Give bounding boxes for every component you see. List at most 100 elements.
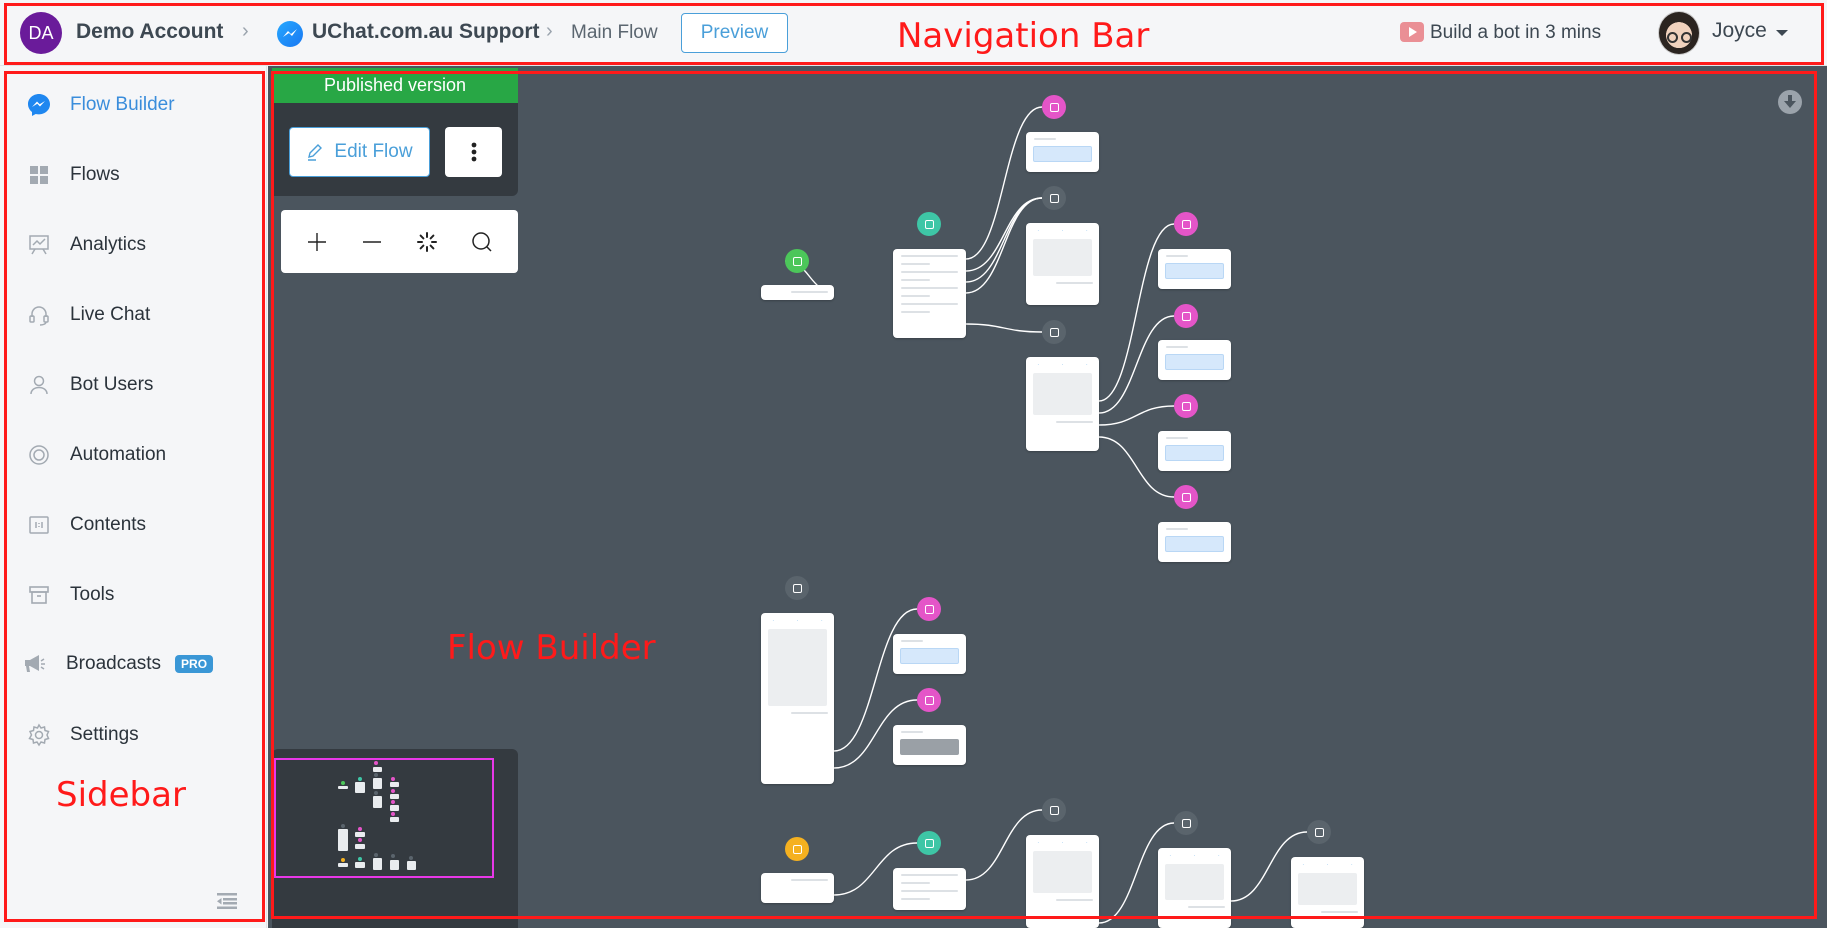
flow-node-card[interactable] (1158, 340, 1231, 380)
sidebar-item-label: Live Chat (70, 304, 151, 325)
message-node-icon[interactable] (1307, 820, 1331, 844)
zoom-in-button[interactable] (297, 222, 337, 262)
sidebar-item-automation[interactable]: Automation (24, 435, 254, 475)
sidebar-item-label: Automation (70, 444, 167, 465)
auto-arrange-button[interactable] (407, 222, 447, 262)
sidebar-item-flow-builder[interactable]: Flow Builder (24, 85, 254, 125)
flow-node-card[interactable] (1158, 522, 1231, 562)
sidebar-item-label: Contents (70, 514, 147, 535)
youtube-play-icon[interactable] (1400, 22, 1424, 42)
flow-node-card[interactable]: · · · (1026, 223, 1099, 305)
breadcrumb-page[interactable]: UChat.com.au Support (312, 20, 540, 44)
navigation-bar: DA Demo Account › UChat.com.au Support ›… (0, 0, 1827, 66)
preview-button[interactable]: Preview (681, 13, 788, 53)
flow-node-card[interactable]: · · · (1026, 835, 1099, 928)
flow-node-card[interactable] (1026, 132, 1099, 172)
sidebar-item-label: Tools (70, 584, 115, 605)
sidebar-item-contents[interactable]: Contents (24, 505, 254, 545)
flow-node-card[interactable] (893, 868, 966, 910)
condition-node-icon[interactable] (917, 831, 941, 855)
headset-icon (24, 300, 54, 330)
tutorial-link[interactable]: Build a bot in 3 mins (1430, 22, 1601, 44)
canvas-zoom-toolbar (281, 210, 518, 273)
sidebar-item-label: Bot Users (70, 374, 154, 395)
archive-box-icon (24, 580, 54, 610)
auto-arrange-icon (417, 231, 438, 252)
sidebar-item-broadcasts[interactable]: Broadcasts PRO (20, 644, 250, 684)
message-node-icon[interactable] (785, 576, 809, 600)
flow-node-card[interactable] (893, 725, 966, 765)
flow-node-card[interactable] (893, 634, 966, 674)
more-options-button[interactable] (445, 127, 502, 177)
sidebar-item-label: Analytics (70, 234, 147, 255)
minimap-viewport[interactable] (274, 758, 494, 878)
subflow-node-icon[interactable] (1174, 394, 1198, 418)
flow-node-card[interactable]: · · · (1291, 857, 1364, 928)
flow-node-card[interactable] (1158, 431, 1231, 471)
messenger-icon (24, 90, 54, 120)
version-panel: Published version Edit Flow (272, 68, 518, 196)
breadcrumb-flow: Main Flow (571, 22, 658, 43)
sidebar-item-bot-users[interactable]: Bot Users (24, 365, 254, 405)
message-node-icon[interactable] (1042, 320, 1066, 344)
sidebar: Flow Builder Flows Analytics Live Chat B… (0, 66, 267, 928)
user-avatar[interactable] (1658, 11, 1700, 55)
message-node-icon[interactable] (1042, 798, 1066, 822)
grid-icon (24, 160, 54, 190)
flow-node-card[interactable] (1158, 249, 1231, 289)
flow-node-card[interactable]: · · · (1026, 357, 1099, 451)
contents-icon (24, 510, 54, 540)
collapse-sidebar-icon[interactable] (217, 893, 237, 914)
vertical-dots-icon (471, 142, 476, 162)
published-version-banner: Published version (272, 68, 518, 103)
breadcrumb-separator-icon: › (242, 20, 249, 42)
subflow-node-icon[interactable] (1042, 95, 1066, 119)
zoom-out-icon (362, 240, 381, 243)
message-node-icon[interactable] (1042, 186, 1066, 210)
pro-badge: PRO (175, 655, 214, 673)
flow-node-card[interactable]: · · · (1158, 848, 1231, 928)
gear-icon (24, 720, 54, 750)
user-name[interactable]: Joyce (1712, 19, 1767, 43)
subflow-node-icon[interactable] (1174, 485, 1198, 509)
sidebar-item-tools[interactable]: Tools (24, 575, 254, 615)
download-icon[interactable] (1778, 90, 1802, 114)
search-button[interactable] (462, 222, 502, 262)
flow-node-card[interactable]: · · · (761, 613, 834, 784)
sidebar-item-live-chat[interactable]: Live Chat (24, 295, 254, 335)
edit-flow-button[interactable]: Edit Flow (289, 127, 430, 177)
flow-builder-canvas[interactable]: · · · · · · · · · · · · · · · · · · Published version Edi… (268, 66, 1827, 928)
user-icon (24, 370, 54, 400)
message-node-icon[interactable] (1174, 811, 1198, 835)
trigger-node-icon[interactable] (785, 837, 809, 861)
messenger-icon (277, 21, 303, 47)
sidebar-item-label: Flow Builder (70, 94, 175, 115)
flow-node-card[interactable] (761, 285, 834, 300)
flow-node-card[interactable] (893, 249, 966, 338)
megaphone-icon (20, 649, 50, 679)
subflow-node-icon[interactable] (1174, 304, 1198, 328)
account-avatar[interactable]: DA (20, 12, 62, 54)
sidebar-item-label: Settings (70, 724, 139, 745)
condition-node-icon[interactable] (917, 212, 941, 236)
flow-node-card[interactable] (761, 873, 834, 903)
sidebar-item-settings[interactable]: Settings (24, 715, 254, 755)
chevron-down-icon[interactable] (1776, 30, 1788, 36)
canvas-minimap[interactable] (272, 749, 518, 928)
sidebar-item-label: Broadcasts (66, 653, 162, 674)
subflow-node-icon[interactable] (1174, 212, 1198, 236)
sidebar-item-label: Flows (70, 164, 120, 185)
start-node-icon[interactable] (785, 249, 809, 273)
breadcrumb-separator-icon: › (546, 20, 553, 42)
zoom-in-icon (307, 232, 326, 251)
account-name[interactable]: Demo Account (76, 20, 223, 44)
search-icon (472, 231, 492, 252)
subflow-node-icon[interactable] (917, 597, 941, 621)
sidebar-item-analytics[interactable]: Analytics (24, 225, 254, 265)
subflow-node-icon[interactable] (917, 688, 941, 712)
flow-connection (965, 323, 1043, 333)
edit-flow-label: Edit Flow (334, 141, 413, 162)
presentation-chart-icon (24, 230, 54, 260)
zoom-out-button[interactable] (352, 222, 392, 262)
sidebar-item-flows[interactable]: Flows (24, 155, 254, 195)
